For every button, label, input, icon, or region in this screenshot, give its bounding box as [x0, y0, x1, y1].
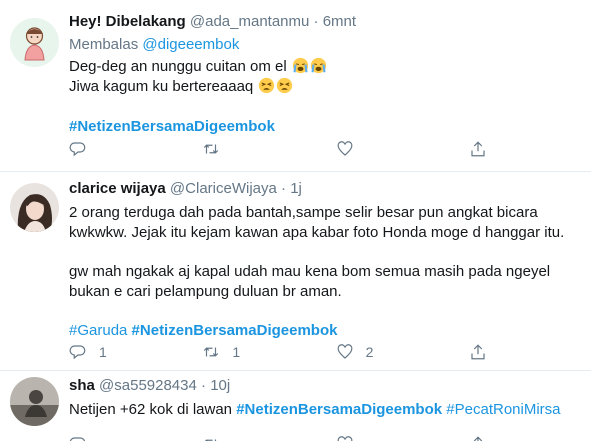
- tweet-header: sha @sa55928434 · 10j: [69, 376, 579, 396]
- reply-context: Membalas @digeeembok: [69, 35, 579, 55]
- hashtag-link[interactable]: #NetizenBersamaDigeembok: [132, 322, 338, 339]
- like-icon: [337, 436, 353, 441]
- hashtag-link[interactable]: #NetizenBersamaDigeembok: [236, 401, 442, 418]
- retweet-icon: [204, 347, 219, 357]
- hashtag-link[interactable]: #NetizenBersamaDigeembok: [69, 118, 275, 135]
- tweet[interactable]: sha @sa55928434 · 10j Netijen +62 kok di…: [0, 371, 591, 441]
- display-name[interactable]: sha: [69, 377, 95, 394]
- tweet[interactable]: Hey! Dibelakang @ada_mantanmu · 6mnt Mem…: [0, 0, 591, 172]
- share-icon: [473, 436, 483, 441]
- avatar[interactable]: [10, 18, 59, 67]
- tweet-text: Deg-deg an nunggu cuitan om el Jiwa kagu…: [69, 57, 579, 137]
- tweet-actions: [69, 139, 499, 159]
- retweet-button[interactable]: [202, 435, 302, 441]
- crying-emoji-icon: [292, 57, 308, 74]
- tweet-text-line: Jiwa kagum ku bertereaaaq: [69, 78, 254, 95]
- share-button[interactable]: [469, 343, 499, 361]
- tweet-text: Netijen +62 kok di lawan #NetizenBersama…: [69, 400, 579, 420]
- share-icon: [471, 344, 485, 360]
- reply-button[interactable]: [69, 435, 169, 441]
- tweet-text-line: gw mah ngakak aj kapal udah mau kena bom…: [69, 263, 551, 280]
- tweet-text-line: 2 orang terduga dah pada bantah,sampe se…: [69, 204, 538, 221]
- tweet-header: Hey! Dibelakang @ada_mantanmu · 6mnt: [69, 12, 579, 32]
- reply-icon: [69, 437, 86, 441]
- reply-mention-link[interactable]: @digeeembok: [142, 36, 239, 53]
- retweet-count: 1: [232, 344, 241, 360]
- crying-emoji-icon: [310, 57, 326, 74]
- timestamp[interactable]: 10j: [210, 377, 230, 394]
- tweet[interactable]: clarice wijaya @ClariceWijaya · 1j 2 ora…: [0, 172, 591, 371]
- reply-count: 1: [99, 344, 107, 360]
- retweet-icon: [205, 439, 217, 441]
- avatar[interactable]: [10, 183, 59, 232]
- handle[interactable]: @ClariceWijaya: [170, 180, 277, 197]
- tweet-text-line: bukan e cari pelampung duluan br aman.: [69, 283, 342, 300]
- timeline: Hey! Dibelakang @ada_mantanmu · 6mnt Mem…: [0, 0, 591, 441]
- like-icon: [337, 141, 353, 156]
- like-count: 2: [365, 344, 374, 360]
- reply-button[interactable]: 1: [69, 343, 169, 361]
- display-name[interactable]: Hey! Dibelakang: [69, 13, 186, 30]
- reply-button[interactable]: [69, 140, 169, 158]
- share-button[interactable]: [469, 140, 499, 158]
- separator: ·: [281, 180, 287, 197]
- tired-emoji-icon: [277, 77, 293, 94]
- hashtag-link[interactable]: #Garuda: [69, 322, 127, 339]
- reply-icon: [69, 345, 86, 360]
- handle[interactable]: @sa55928434: [99, 377, 197, 394]
- timestamp[interactable]: 1j: [290, 180, 302, 197]
- tweet-text-line: Netijen +62 kok di lawan: [69, 401, 233, 418]
- retweet-button[interactable]: 1: [202, 343, 302, 361]
- separator: ·: [313, 13, 319, 30]
- reply-icon: [69, 142, 86, 157]
- separator: ·: [201, 377, 207, 394]
- display-name[interactable]: clarice wijaya: [69, 180, 166, 197]
- share-button[interactable]: [469, 435, 499, 441]
- reply-label: Membalas: [69, 36, 139, 53]
- tweet-header: clarice wijaya @ClariceWijaya · 1j: [69, 179, 579, 199]
- like-icon: [337, 344, 353, 359]
- tired-emoji-icon: [259, 77, 275, 94]
- hashtag-link[interactable]: #PecatRoniMirsa: [446, 401, 560, 418]
- tweet-text: 2 orang terduga dah pada bantah,sampe se…: [69, 203, 579, 341]
- tweet-text-line: Deg-deg an nunggu cuitan om el: [69, 58, 287, 75]
- like-button[interactable]: [336, 140, 436, 158]
- avatar[interactable]: [10, 377, 59, 426]
- tweet-actions: 1 1 2: [69, 342, 499, 362]
- timestamp[interactable]: 6mnt: [323, 13, 356, 30]
- tweet-actions: [69, 434, 499, 441]
- handle[interactable]: @ada_mantanmu: [190, 13, 309, 30]
- retweet-icon: [204, 144, 219, 154]
- tweet-text-line: kwkwkw. Jejak itu kejam kawan apa kabar …: [69, 224, 565, 241]
- retweet-button[interactable]: [202, 140, 302, 158]
- like-button[interactable]: 2: [336, 343, 436, 361]
- like-button[interactable]: [336, 435, 436, 441]
- share-icon: [471, 141, 485, 157]
